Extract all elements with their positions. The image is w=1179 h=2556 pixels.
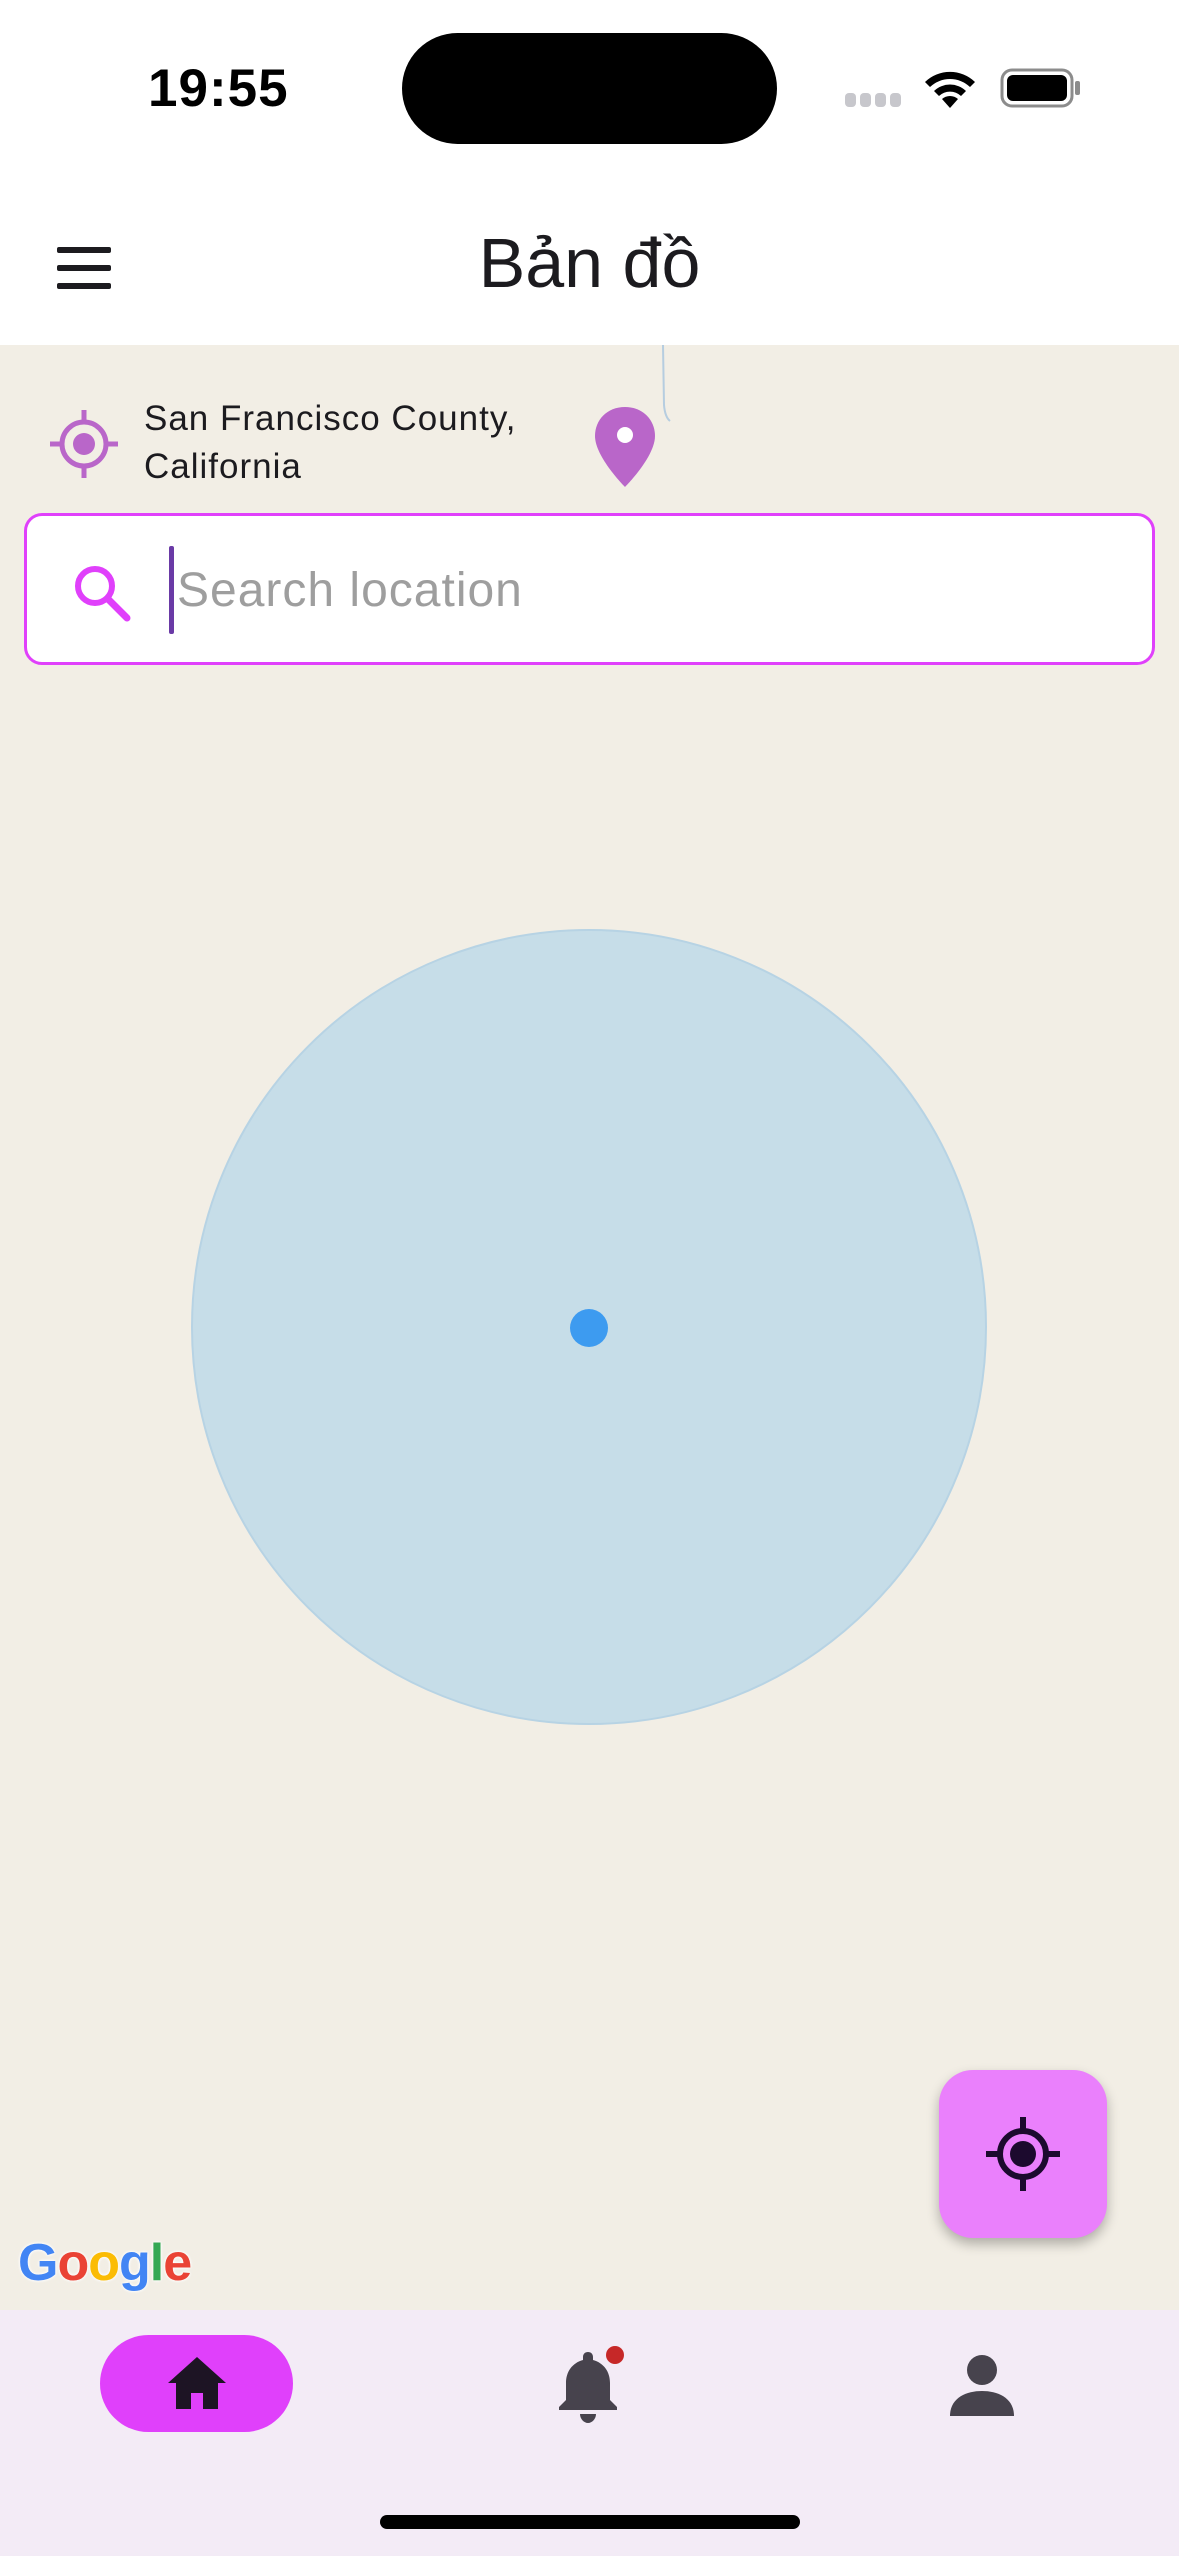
- map-view[interactable]: San Francisco County, California Google: [0, 345, 1179, 2310]
- app-bar: Bản đồ: [0, 175, 1179, 345]
- user-location-dot: [570, 1309, 608, 1347]
- search-icon: [75, 566, 131, 622]
- google-logo-letter: o: [57, 2234, 89, 2292]
- my-location-icon: [986, 2117, 1060, 2191]
- location-line-1: San Francisco County,: [144, 399, 517, 438]
- status-time: 19:55: [148, 59, 289, 118]
- google-logo: Google: [18, 2233, 192, 2293]
- cellular-signal-icon: [845, 93, 905, 107]
- nav-home[interactable]: [100, 2335, 293, 2432]
- person-icon[interactable]: [942, 2346, 1022, 2426]
- dynamic-island: [402, 33, 777, 144]
- google-logo-letter: o: [88, 2234, 120, 2292]
- google-logo-letter: g: [118, 2234, 151, 2292]
- wifi-icon: [925, 71, 975, 108]
- current-location-bar: San Francisco County, California: [0, 345, 700, 505]
- google-logo-letter: G: [18, 2234, 58, 2292]
- current-location-text: San Francisco County, California: [144, 395, 574, 491]
- map-pin-icon[interactable]: [592, 405, 658, 489]
- search-input[interactable]: [177, 540, 1117, 640]
- location-line-2: California: [144, 447, 302, 486]
- home-icon: [168, 2357, 226, 2409]
- home-indicator: [380, 2515, 800, 2529]
- status-bar: 19:55: [0, 0, 1179, 175]
- my-location-button[interactable]: [939, 2070, 1107, 2238]
- search-box[interactable]: [24, 513, 1155, 665]
- notification-badge: [606, 2346, 624, 2364]
- google-logo-letter: l: [149, 2234, 164, 2292]
- location-target-icon: [50, 410, 118, 478]
- battery-icon: [1000, 68, 1080, 108]
- text-cursor: [169, 546, 174, 634]
- page-title: Bản đồ: [478, 224, 701, 302]
- google-logo-letter: e: [163, 2234, 192, 2292]
